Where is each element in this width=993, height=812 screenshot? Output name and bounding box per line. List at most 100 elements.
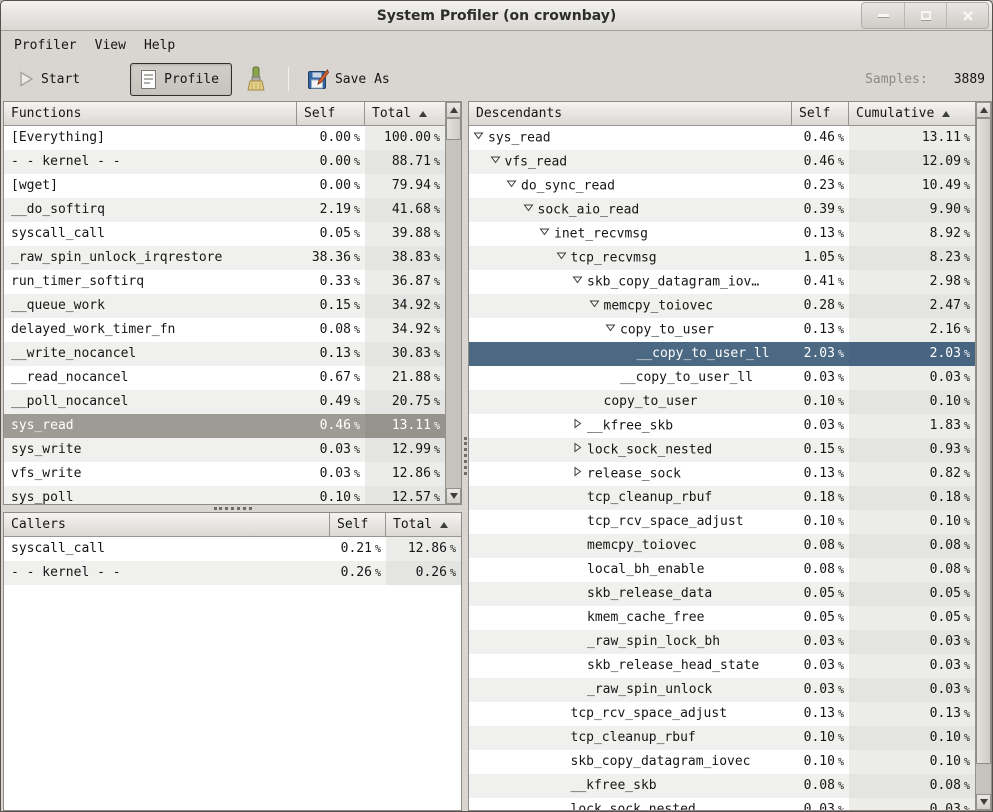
expander-open-icon[interactable]: [605, 322, 616, 333]
expander-open-icon[interactable]: [572, 274, 583, 285]
save-as-button[interactable]: Save As: [301, 65, 396, 93]
table-row[interactable]: sys_poll0.10%12.57%: [4, 486, 445, 504]
table-row[interactable]: run_timer_softirq0.33%36.87%: [4, 270, 445, 294]
descendants-scrollbar[interactable]: [975, 102, 991, 810]
profile-toggle-button[interactable]: Profile: [130, 63, 232, 96]
tree-row[interactable]: tcp_rcv_space_adjust0.13%0.13%: [469, 702, 975, 726]
column-header-self[interactable]: Self: [297, 102, 365, 126]
expander-open-icon[interactable]: [539, 226, 550, 237]
column-header-descendants[interactable]: Descendants: [469, 102, 792, 126]
column-header-callers[interactable]: Callers: [4, 513, 330, 537]
table-row[interactable]: __read_nocancel0.67%21.88%: [4, 366, 445, 390]
self-value: 2.19%: [297, 198, 365, 222]
tree-row[interactable]: sys_read0.46%13.11%: [469, 126, 975, 150]
column-header-functions[interactable]: Functions: [4, 102, 297, 126]
column-header-cumulative[interactable]: Cumulative: [849, 102, 975, 126]
expander-open-icon[interactable]: [473, 130, 484, 141]
minimize-button[interactable]: [862, 3, 904, 28]
tree-row[interactable]: __copy_to_user_ll2.03%2.03%: [469, 342, 975, 366]
close-button[interactable]: [946, 3, 988, 28]
table-row[interactable]: syscall_call0.05%39.88%: [4, 222, 445, 246]
menubar: Profiler View Help: [1, 31, 992, 59]
tree-row[interactable]: tcp_rcv_space_adjust0.10%0.10%: [469, 510, 975, 534]
scroll-up-button[interactable]: [446, 102, 461, 118]
table-row[interactable]: delayed_work_timer_fn0.08%34.92%: [4, 318, 445, 342]
expander-open-icon[interactable]: [589, 298, 600, 309]
tree-row[interactable]: skb_release_head_state0.03%0.03%: [469, 654, 975, 678]
function-name: sys_read: [469, 126, 792, 150]
tree-row[interactable]: kmem_cache_free0.05%0.05%: [469, 606, 975, 630]
reset-button[interactable]: [238, 63, 274, 95]
column-header-total[interactable]: Total: [365, 102, 445, 126]
tree-row[interactable]: sock_aio_read0.39%9.90%: [469, 198, 975, 222]
tree-row[interactable]: skb_release_data0.05%0.05%: [469, 582, 975, 606]
menu-view[interactable]: View: [86, 35, 135, 56]
scroll-up-button[interactable]: [976, 102, 991, 118]
scroll-down-button[interactable]: [976, 794, 991, 810]
titlebar[interactable]: System Profiler (on crownbay): [1, 1, 992, 31]
horizontal-splitter[interactable]: [3, 505, 462, 512]
tree-row[interactable]: tcp_recvmsg1.05%8.23%: [469, 246, 975, 270]
tree-row[interactable]: lock_sock_nested0.03%0.03%: [469, 798, 975, 810]
tree-row[interactable]: vfs_read0.46%12.09%: [469, 150, 975, 174]
expander-collapsed-icon[interactable]: [572, 418, 583, 429]
self-value: 0.23%: [792, 174, 849, 198]
tree-row[interactable]: _raw_spin_lock_bh0.03%0.03%: [469, 630, 975, 654]
start-button[interactable]: Start: [11, 67, 86, 91]
scrollbar-thumb[interactable]: [446, 118, 461, 140]
tree-row[interactable]: tcp_cleanup_rbuf0.18%0.18%: [469, 486, 975, 510]
tree-row[interactable]: tcp_cleanup_rbuf0.10%0.10%: [469, 726, 975, 750]
expander-open-icon[interactable]: [490, 154, 501, 165]
tree-row[interactable]: memcpy_toiovec0.08%0.08%: [469, 534, 975, 558]
cumulative-value: 2.03%: [849, 342, 975, 366]
table-row[interactable]: - - kernel - -0.26%0.26%: [4, 561, 461, 585]
self-value: 0.10%: [792, 510, 849, 534]
table-row[interactable]: sys_write0.03%12.99%: [4, 438, 445, 462]
table-row[interactable]: [Everything]0.00%100.00%: [4, 126, 445, 150]
tree-row[interactable]: __kfree_skb0.08%0.08%: [469, 774, 975, 798]
tree-row[interactable]: lock_sock_nested0.15%0.93%: [469, 438, 975, 462]
table-row[interactable]: __poll_nocancel0.49%20.75%: [4, 390, 445, 414]
expander-collapsed-icon[interactable]: [572, 466, 583, 477]
table-row[interactable]: vfs_write0.03%12.86%: [4, 462, 445, 486]
maximize-button[interactable]: [904, 3, 946, 28]
tree-row[interactable]: skb_copy_datagram_iov…0.41%2.98%: [469, 270, 975, 294]
expander-open-icon[interactable]: [556, 250, 567, 261]
table-row[interactable]: __queue_work0.15%34.92%: [4, 294, 445, 318]
expander-collapsed-icon[interactable]: [572, 442, 583, 453]
column-header-self[interactable]: Self: [330, 513, 386, 537]
function-name: local_bh_enable: [469, 558, 792, 582]
tree-row[interactable]: inet_recvmsg0.13%8.92%: [469, 222, 975, 246]
tree-row[interactable]: local_bh_enable0.08%0.08%: [469, 558, 975, 582]
scrollbar-thumb[interactable]: [976, 118, 991, 764]
cumulative-value: 0.82%: [849, 462, 975, 486]
tree-row[interactable]: skb_copy_datagram_iovec0.10%0.10%: [469, 750, 975, 774]
function-name: _raw_spin_lock_bh: [469, 630, 792, 654]
tree-row[interactable]: copy_to_user0.13%2.16%: [469, 318, 975, 342]
functions-scrollbar[interactable]: [445, 102, 461, 504]
tree-row[interactable]: copy_to_user0.10%0.10%: [469, 390, 975, 414]
table-row[interactable]: syscall_call0.21%12.86%: [4, 537, 461, 561]
tree-row[interactable]: __copy_to_user_ll0.03%0.03%: [469, 366, 975, 390]
tree-row[interactable]: __kfree_skb0.03%1.83%: [469, 414, 975, 438]
menu-profiler[interactable]: Profiler: [5, 35, 86, 56]
table-row[interactable]: sys_read0.46%13.11%: [4, 414, 445, 438]
function-name: __write_nocancel: [4, 342, 297, 366]
scroll-down-button[interactable]: [446, 488, 461, 504]
function-name: __queue_work: [4, 294, 297, 318]
column-header-self[interactable]: Self: [792, 102, 849, 126]
expander-open-icon[interactable]: [506, 178, 517, 189]
tree-row[interactable]: do_sync_read0.23%10.49%: [469, 174, 975, 198]
tree-row[interactable]: memcpy_toiovec0.28%2.47%: [469, 294, 975, 318]
table-row[interactable]: __do_softirq2.19%41.68%: [4, 198, 445, 222]
tree-row[interactable]: release_sock0.13%0.82%: [469, 462, 975, 486]
menu-help[interactable]: Help: [135, 35, 184, 56]
table-row[interactable]: [wget]0.00%79.94%: [4, 174, 445, 198]
cumulative-value: 0.08%: [849, 534, 975, 558]
table-row[interactable]: - - kernel - -0.00%88.71%: [4, 150, 445, 174]
expander-open-icon[interactable]: [523, 202, 534, 213]
column-header-total[interactable]: Total: [386, 513, 461, 537]
table-row[interactable]: __write_nocancel0.13%30.83%: [4, 342, 445, 366]
tree-row[interactable]: _raw_spin_unlock0.03%0.03%: [469, 678, 975, 702]
table-row[interactable]: _raw_spin_unlock_irqrestore38.36%38.83%: [4, 246, 445, 270]
